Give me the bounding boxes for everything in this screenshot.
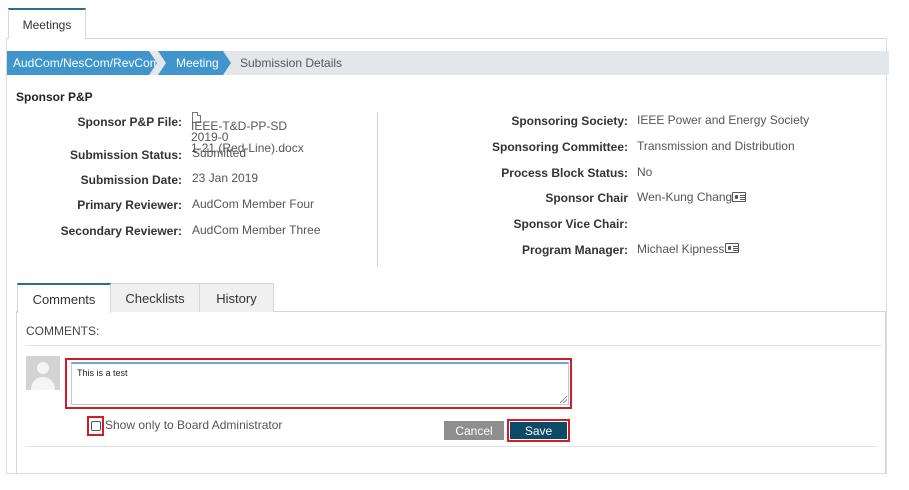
- column-divider: [377, 112, 378, 266]
- breadcrumb-current-page: Submission Details: [240, 56, 343, 70]
- process-block-status-value: No: [637, 165, 653, 179]
- tab-comments[interactable]: Comments: [17, 283, 111, 313]
- secondary-reviewer-label: Secondary Reviewer:: [60, 224, 182, 238]
- file-name-line-1: IEEE-T&D-PP-SD 2019-0: [191, 119, 288, 144]
- breadcrumb-meeting-link[interactable]: Meeting: [158, 51, 231, 75]
- secondary-reviewer-value: AudCom Member Three: [192, 223, 321, 237]
- cancel-button[interactable]: Cancel: [444, 421, 504, 440]
- sponsor-chair-contact-icon[interactable]: [732, 192, 746, 202]
- comments-heading: COMMENTS:: [26, 324, 100, 338]
- program-manager-label: Program Manager:: [521, 243, 628, 257]
- sponsor-file-label: Sponsor P&P File:: [77, 115, 182, 129]
- user-avatar-icon: [26, 356, 60, 390]
- save-button[interactable]: Save: [510, 422, 567, 439]
- board-admin-only-label[interactable]: Show only to Board Administrator: [105, 418, 282, 432]
- tab-history[interactable]: History: [199, 283, 274, 312]
- program-manager-contact-icon[interactable]: [725, 243, 739, 253]
- process-block-status-label: Process Block Status:: [501, 166, 628, 180]
- sponsoring-society-value: IEEE Power and Energy Society: [637, 113, 810, 127]
- textarea-resize-grip-icon[interactable]: [560, 396, 567, 403]
- comments-divider: [26, 345, 882, 346]
- top-tab-bar: Meetings: [0, 0, 909, 39]
- breadcrumb: AudCom/NesCom/RevCom Meeting Submission …: [7, 51, 889, 75]
- tab-checklists[interactable]: Checklists: [110, 283, 200, 312]
- program-manager-value: Michael Kipness: [637, 242, 725, 256]
- comments-bottom-divider: [26, 446, 877, 447]
- primary-reviewer-value: AudCom Member Four: [192, 197, 315, 211]
- breadcrumb-audcom-link[interactable]: AudCom/NesCom/RevCom: [7, 51, 157, 75]
- sponsoring-society-label: Sponsoring Society:: [511, 114, 628, 128]
- board-admin-only-checkbox[interactable]: [91, 421, 101, 431]
- primary-reviewer-label: Primary Reviewer:: [77, 198, 182, 212]
- sponsor-vice-chair-label: Sponsor Vice Chair:: [513, 217, 628, 231]
- sponsor-chair-label: Sponsor Chair: [545, 191, 628, 205]
- submission-status-value: Submitted: [192, 146, 247, 160]
- sponsoring-committee-value: Transmission and Distribution: [637, 139, 795, 153]
- sponsoring-committee-label: Sponsoring Committee:: [491, 140, 628, 154]
- submission-date-value: 23 Jan 2019: [192, 171, 259, 185]
- comment-input[interactable]: This is a test: [71, 362, 569, 405]
- submission-date-label: Submission Date:: [80, 173, 182, 187]
- submission-status-label: Submission Status:: [69, 148, 182, 162]
- tab-meetings[interactable]: Meetings: [8, 8, 86, 39]
- section-title: Sponsor P&P: [16, 90, 93, 104]
- sponsor-chair-value: Wen-Kung Chang: [637, 190, 733, 204]
